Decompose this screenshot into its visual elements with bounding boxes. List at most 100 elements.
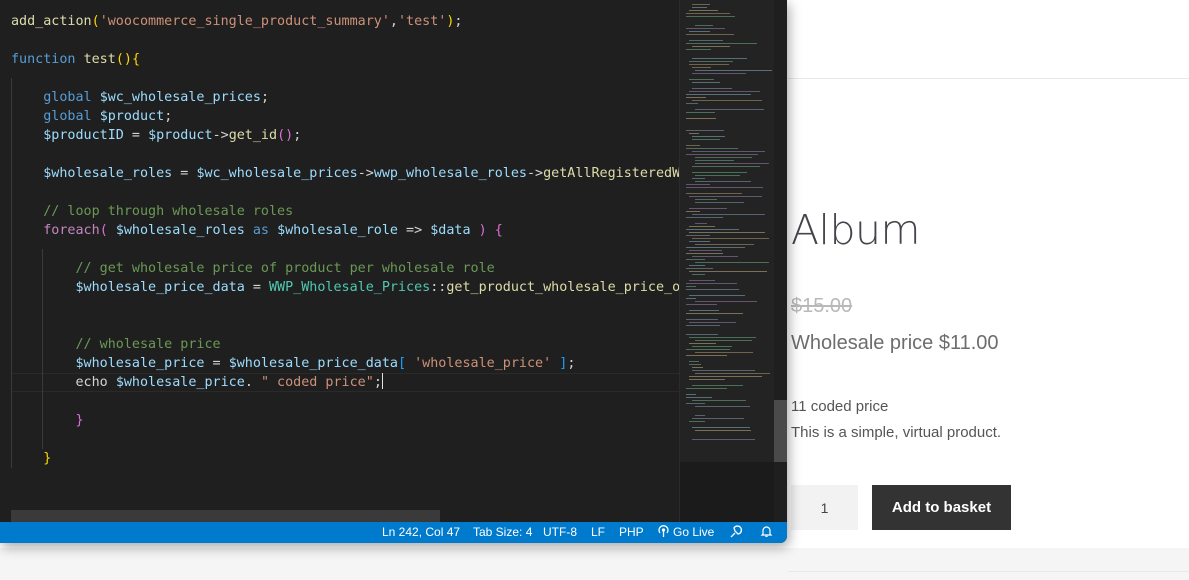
code-editor[interactable]: add_action('woocommerce_single_product_s… (0, 0, 679, 522)
minimap-line (689, 376, 762, 377)
code-token: $productID (43, 128, 124, 143)
minimap-line (692, 166, 760, 167)
minimap-line (689, 61, 733, 62)
minimap-line (692, 82, 720, 83)
code-line: // wholesale price (11, 335, 221, 354)
minimap[interactable] (679, 0, 775, 522)
minimap-line (689, 337, 756, 338)
minimap-line (692, 139, 720, 140)
tab-size[interactable]: Tab Size: 4 (473, 522, 532, 543)
minimap-line (689, 271, 767, 272)
code-token: $wholesale_roles (115, 223, 245, 238)
minimap-line (689, 208, 727, 209)
notifications-bell-icon[interactable] (760, 522, 773, 543)
minimap-line (692, 58, 747, 59)
code-token: 'wholesale_price' (414, 356, 552, 371)
vertical-scrollbar[interactable] (774, 0, 787, 522)
code-token: = (123, 128, 149, 143)
minimap-line (686, 313, 743, 314)
minimap-line (686, 286, 696, 287)
code-token: $wholesale_roles (43, 166, 173, 181)
minimap-line (686, 253, 723, 254)
code-token: = (172, 166, 197, 181)
end-of-line[interactable]: LF (591, 522, 605, 543)
code-line: global $product; (11, 107, 172, 126)
code-token: get_product_wholesale_price_on_shop_v3 (446, 280, 679, 295)
minimap-line (695, 163, 769, 164)
minimap-line (695, 373, 770, 374)
minimap-line (686, 247, 745, 248)
minimap-line (695, 157, 752, 158)
minimap-line (686, 184, 710, 185)
code-token: -> (212, 128, 229, 143)
minimap-line (686, 118, 716, 119)
minimap-line (692, 385, 743, 386)
minimap-line (686, 187, 763, 188)
minimap-line (692, 46, 730, 47)
code-line: $wholesale_roles = $wc_wholesale_prices-… (11, 164, 679, 183)
minimap-line (686, 28, 725, 29)
code-token: , (389, 14, 398, 29)
code-token: ] (551, 356, 568, 371)
footer-divider (788, 571, 1189, 572)
minimap-line (686, 259, 705, 260)
code-token: $wc_wholesale_prices (196, 166, 358, 181)
code-line: foreach( $wholesale_roles as $wholesale_… (11, 221, 503, 240)
minimap-line (686, 403, 705, 404)
code-token: $wholesale_price_data (75, 280, 245, 295)
minimap-line (689, 310, 719, 311)
minimap-line (692, 238, 769, 239)
code-token: } (75, 413, 84, 428)
code-token: $wholesale_role (277, 223, 398, 238)
code-token: } (43, 451, 52, 466)
code-line: } (11, 411, 84, 430)
code-token: get_id (228, 128, 278, 143)
quantity-input[interactable] (791, 485, 858, 530)
minimap-line (692, 73, 746, 74)
minimap-line (689, 250, 722, 251)
code-token: 'woocommerce_single_product_summary' (99, 14, 390, 29)
broadcast-icon (658, 525, 669, 537)
minimap-line (695, 406, 750, 407)
minimap-line (692, 172, 747, 173)
go-live-button[interactable]: Go Live (657, 522, 714, 543)
feedback-icon[interactable] (729, 522, 743, 543)
minimap-line (686, 304, 717, 305)
code-token: WWP_Wholesale_Prices (269, 280, 431, 295)
minimap-line (692, 7, 707, 8)
minimap-line (686, 13, 730, 14)
code-token: // loop through wholesale roles (43, 204, 294, 219)
code-token: $product (148, 128, 213, 143)
minimap-line (689, 295, 745, 296)
minimap-line (689, 361, 699, 362)
scrollbar-thumb[interactable] (774, 400, 787, 462)
minimap-line (692, 178, 705, 179)
language-mode[interactable]: PHP (619, 522, 644, 543)
minimap-line (686, 49, 711, 50)
add-to-basket-button[interactable]: Add to basket (872, 485, 1011, 530)
minimap-line (695, 70, 772, 71)
minimap-line (686, 145, 700, 146)
cursor-position[interactable]: Ln 242, Col 47 (382, 522, 460, 543)
minimap-line (686, 334, 718, 335)
minimap-line (686, 235, 710, 236)
minimap-line (692, 418, 744, 419)
code-token: " coded price" (260, 375, 374, 390)
minimap-line (695, 352, 753, 353)
code-token: function (11, 52, 84, 67)
minimap-line (695, 175, 740, 176)
horizontal-scrollbar[interactable] (11, 510, 440, 522)
minimap-line (695, 109, 764, 110)
minimap-line (686, 112, 715, 113)
code-token: = (204, 356, 229, 371)
minimap-line (692, 367, 703, 368)
file-encoding[interactable]: UTF-8 (543, 522, 577, 543)
minimap-line (686, 211, 700, 212)
code-token: global (43, 90, 100, 105)
code-line: // loop through wholesale roles (11, 202, 293, 221)
minimap-line (686, 148, 738, 149)
minimap-line (686, 283, 737, 284)
